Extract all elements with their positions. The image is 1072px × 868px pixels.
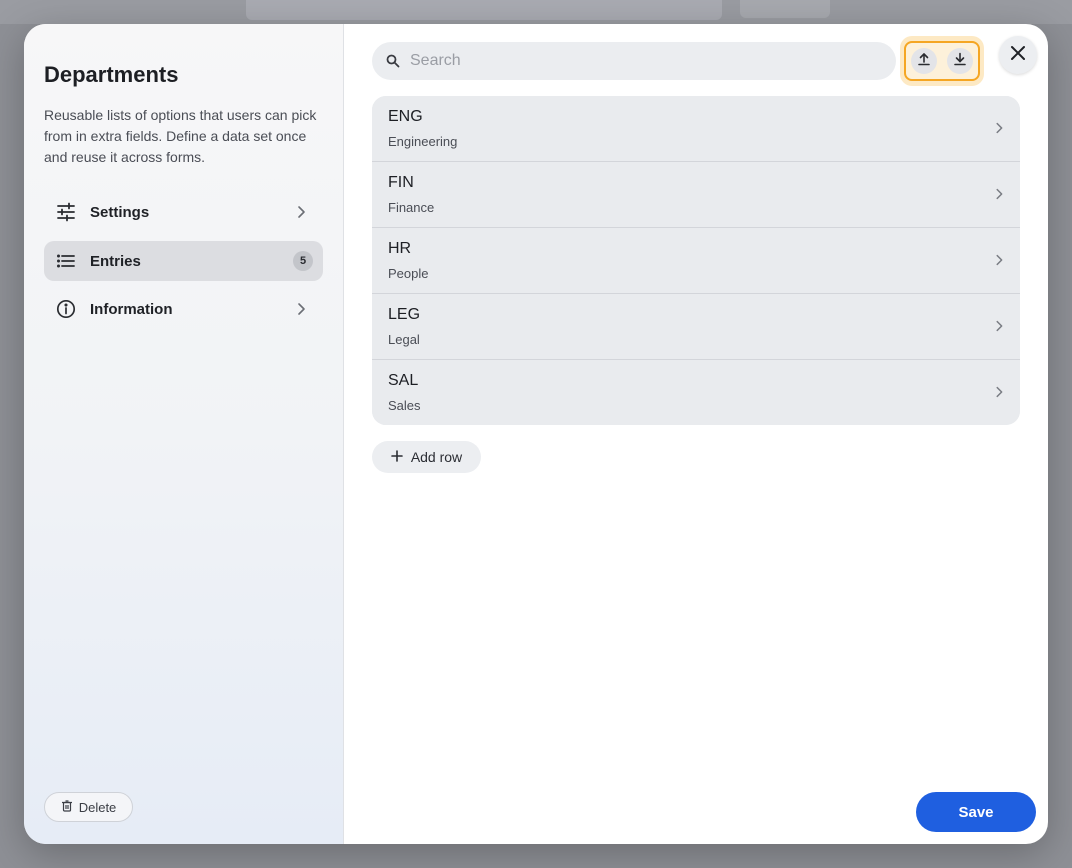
entry-name: Finance xyxy=(388,200,435,215)
entries-list: ENG Engineering FIN Finance HR People LE… xyxy=(372,96,1020,425)
info-icon xyxy=(55,298,77,320)
add-row-button[interactable]: Add row xyxy=(372,441,481,473)
dialog-description: Reusable lists of options that users can… xyxy=(44,107,317,165)
sidebar-item-label: Information xyxy=(90,300,173,318)
list-item[interactable]: ENG Engineering xyxy=(372,96,1020,162)
list-item[interactable]: HR People xyxy=(372,228,1020,294)
list-icon xyxy=(55,250,77,272)
search-icon xyxy=(386,54,400,68)
background-search-bar xyxy=(246,0,722,20)
sidebar-item-label: Settings xyxy=(90,203,150,221)
entry-name: Sales xyxy=(388,398,421,413)
close-icon xyxy=(1010,45,1026,66)
entry-name: People xyxy=(388,266,429,281)
chevron-right-icon xyxy=(992,253,1006,267)
chevron-right-icon xyxy=(293,301,309,317)
plus-icon xyxy=(391,449,403,465)
list-item[interactable]: LEG Legal xyxy=(372,294,1020,360)
sidebar-item-entries[interactable]: Entries 5 xyxy=(44,241,323,281)
delete-label: Delete xyxy=(78,799,117,815)
upload-button[interactable] xyxy=(911,48,937,74)
trash-icon xyxy=(61,799,73,815)
count-badge: 5 xyxy=(293,251,313,271)
entry-code: ENG xyxy=(388,108,423,125)
sidebar-item-information[interactable]: Information xyxy=(44,289,323,329)
entry-code: FIN xyxy=(388,174,414,191)
close-button[interactable] xyxy=(999,36,1037,74)
download-icon xyxy=(953,52,967,71)
add-row-label: Add row xyxy=(410,449,463,465)
save-button[interactable]: Save xyxy=(916,792,1036,832)
list-item[interactable]: FIN Finance xyxy=(372,162,1020,228)
entry-code: HR xyxy=(388,240,412,257)
list-item[interactable]: SAL Sales xyxy=(372,360,1020,425)
download-button[interactable] xyxy=(947,48,973,74)
background-button xyxy=(740,0,830,18)
entry-code: SAL xyxy=(388,372,419,389)
chevron-right-icon xyxy=(992,187,1006,201)
search-bar[interactable] xyxy=(372,42,896,80)
upload-icon xyxy=(917,52,931,71)
entry-name: Legal xyxy=(388,332,420,347)
import-export-highlight xyxy=(904,41,980,81)
chevron-right-icon xyxy=(992,319,1006,333)
dialog-title: Departments xyxy=(44,62,179,87)
chevron-right-icon xyxy=(293,204,309,220)
search-input[interactable] xyxy=(408,51,882,71)
chevron-right-icon xyxy=(992,121,1006,135)
delete-button[interactable]: Delete xyxy=(44,792,133,822)
chevron-right-icon xyxy=(992,385,1006,399)
dialog-sidebar: Departments Reusable lists of options th… xyxy=(24,24,344,844)
entry-name: Engineering xyxy=(388,134,458,149)
sidebar-item-label: Entries xyxy=(90,252,141,270)
import-export-group xyxy=(900,36,984,86)
sliders-icon xyxy=(55,201,77,223)
entry-code: LEG xyxy=(388,306,421,323)
dialog-main: ENG Engineering FIN Finance HR People LE… xyxy=(344,24,1048,844)
departments-dialog: Departments Reusable lists of options th… xyxy=(24,24,1048,844)
sidebar-item-settings[interactable]: Settings xyxy=(44,192,323,232)
